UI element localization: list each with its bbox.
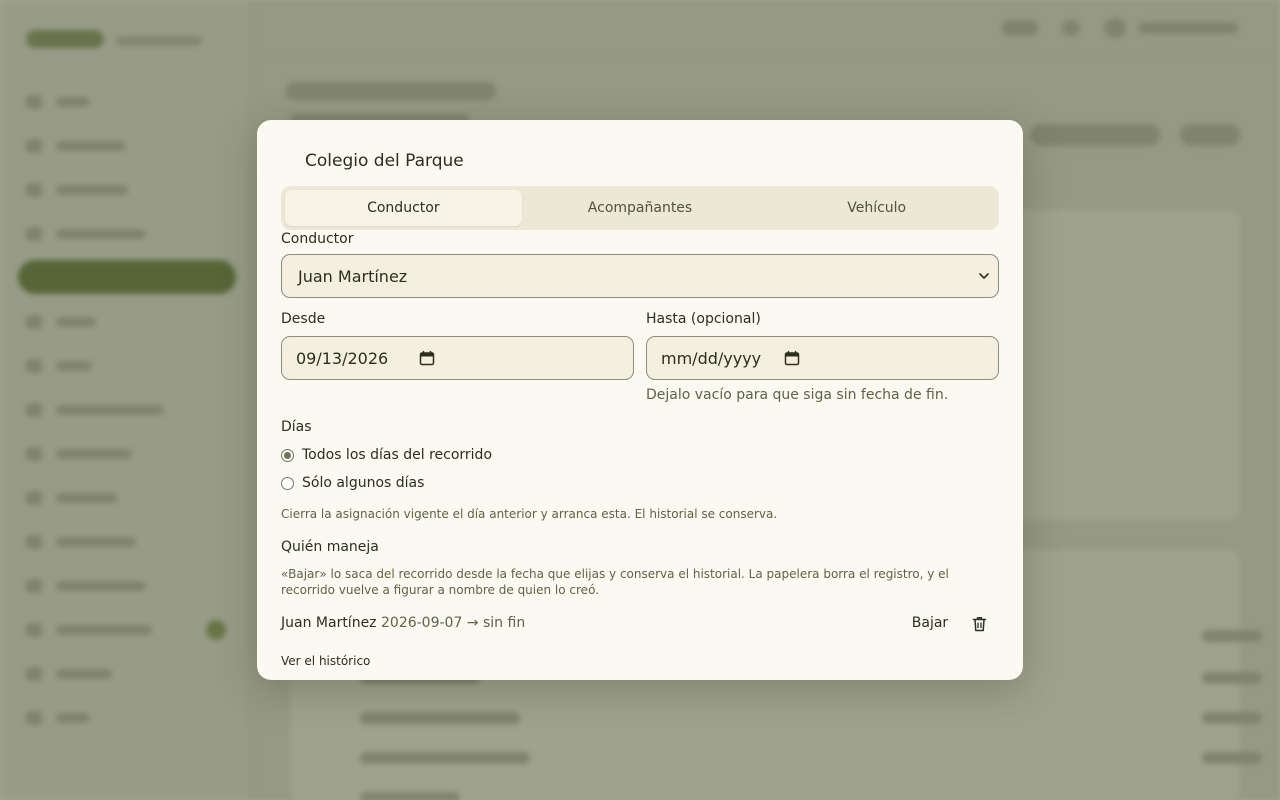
driver-label: Conductor — [281, 231, 354, 247]
tab-acompanantes[interactable]: Acompañantes — [522, 190, 759, 226]
dialog-title: Colegio del Parque — [305, 151, 464, 171]
days-label: Días — [281, 419, 312, 435]
days-option-all[interactable]: Todos los días del recorrido — [281, 447, 492, 463]
chevron-down-icon — [979, 273, 989, 279]
tab-conductor[interactable]: Conductor — [285, 190, 522, 226]
driver-select-value: Juan Martínez — [298, 266, 408, 286]
radio-selected[interactable] — [281, 448, 294, 462]
current-driver-row: Juan Martínez 2026-09-07 → sin fin — [281, 615, 525, 631]
until-hint: Dejalo vacío para que siga sin fecha de … — [646, 387, 949, 403]
delete-assignment-button[interactable] — [969, 614, 989, 634]
tab-bar: Conductor Acompañantes Vehículo — [281, 186, 999, 230]
from-label: Desde — [281, 311, 326, 327]
calendar-icon[interactable] — [419, 350, 435, 366]
remove-driver-button[interactable]: Bajar — [905, 612, 955, 634]
who-drives-note: «Bajar» lo saca del recorrido desde la f… — [281, 567, 949, 597]
trash-icon — [972, 617, 986, 632]
until-date-input[interactable]: mm/dd/yyyy — [646, 336, 999, 380]
days-option-some-label: Sólo algunos días — [302, 475, 425, 491]
calendar-icon[interactable] — [784, 350, 800, 366]
history-link[interactable]: Ver el histórico — [281, 654, 370, 668]
assignment-dialog: Colegio del Parque Conductor Acompañante… — [257, 120, 1023, 680]
current-driver-name: Juan Martínez — [281, 615, 377, 631]
from-date-input[interactable]: 09/13/2026 — [281, 336, 634, 380]
radio-unselected[interactable] — [281, 476, 294, 490]
days-note: Cierra la asignación vigente el día ante… — [281, 507, 778, 521]
days-option-all-label: Todos los días del recorrido — [302, 447, 493, 463]
current-driver-range: 2026-09-07 → sin fin — [381, 615, 526, 631]
days-option-some[interactable]: Sólo algunos días — [281, 475, 424, 491]
who-drives-label: Quién maneja — [281, 539, 379, 555]
tab-vehiculo[interactable]: Vehículo — [758, 190, 995, 226]
driver-select[interactable]: Juan Martínez — [281, 254, 999, 298]
from-date-value: 09/13/2026 — [296, 348, 389, 368]
until-date-placeholder: mm/dd/yyyy — [661, 348, 762, 368]
until-label: Hasta (opcional) — [646, 311, 761, 327]
